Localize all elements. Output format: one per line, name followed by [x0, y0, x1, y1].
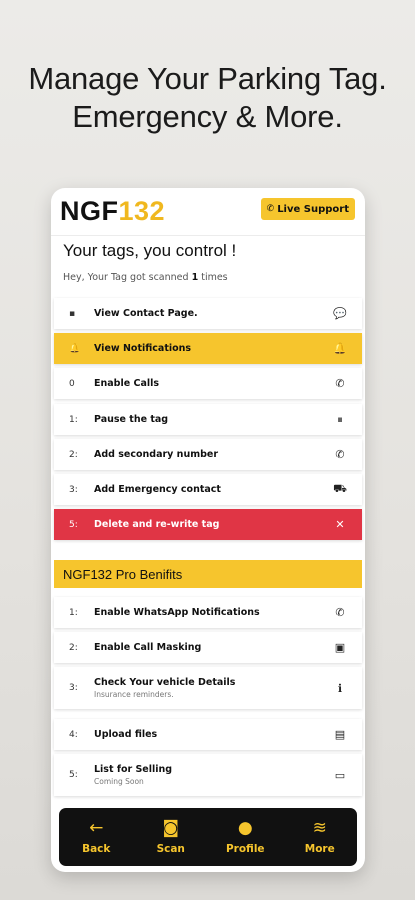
- layers-icon: ≋: [312, 818, 327, 838]
- list-for-selling-item[interactable]: 5: List for Selling Coming Soon ▭: [54, 754, 362, 796]
- nav-label: More: [304, 843, 335, 855]
- add-emergency-contact-item[interactable]: 3: Add Emergency contact ⛟: [54, 474, 362, 505]
- nav-label: Scan: [156, 843, 185, 855]
- enable-whatsapp-item[interactable]: 1: Enable WhatsApp Notifications ✆: [54, 597, 362, 628]
- item-number: 3:: [69, 484, 78, 495]
- tag-icon: ▭: [334, 768, 346, 782]
- bottom-nav: ← Back ◙ Scan ● Profile ≋ More: [59, 808, 357, 866]
- item-title: List for Selling: [94, 764, 173, 775]
- message-icon: ▪: [69, 308, 76, 319]
- item-number: 1:: [69, 414, 78, 425]
- camera-icon: ◙: [162, 818, 180, 838]
- page-title: Your tags, you control !: [63, 241, 237, 260]
- nav-back-button[interactable]: ← Back: [66, 819, 126, 855]
- live-support-label: Live Support: [277, 203, 349, 215]
- mask-icon: ▣: [334, 641, 346, 654]
- item-label: Delete and re-write tag: [94, 519, 220, 530]
- nav-profile-button[interactable]: ● Profile: [215, 819, 275, 855]
- nav-scan-button[interactable]: ◙ Scan: [141, 819, 201, 855]
- live-support-button[interactable]: ✆ Live Support: [260, 198, 355, 220]
- whatsapp-icon: ✆: [335, 606, 345, 619]
- item-subtitle: Coming Soon: [94, 777, 144, 786]
- chat-icon: ✆: [266, 204, 275, 214]
- add-secondary-number-item[interactable]: 2: Add secondary number ✆: [54, 439, 362, 470]
- brand-logo: NGF132: [60, 196, 165, 227]
- info-icon: ℹ: [337, 681, 343, 695]
- scan-suffix: times: [198, 272, 228, 283]
- item-label: Enable Call Masking: [94, 642, 202, 653]
- ambulance-icon: ⛟: [333, 482, 347, 495]
- item-number: 3:: [69, 683, 78, 693]
- upload-files-item[interactable]: 4: Upload files ▤: [54, 719, 362, 750]
- pause-tag-item[interactable]: 1: Pause the tag ⏸: [54, 404, 362, 435]
- delete-rewrite-tag-item[interactable]: 5: Delete and re-write tag ✕: [54, 509, 362, 540]
- item-label: Upload files: [94, 729, 158, 740]
- item-label: Add secondary number: [94, 449, 219, 460]
- item-title: Check Your vehicle Details: [94, 677, 236, 688]
- headline: Manage Your Parking Tag. Emergency & Mor…: [0, 60, 415, 136]
- close-icon: ✕: [335, 518, 345, 531]
- item-number: 2:: [69, 642, 78, 653]
- nav-label: Back: [82, 843, 111, 855]
- item-label: View Notifications: [94, 343, 192, 354]
- item-number: 2:: [69, 449, 78, 460]
- brand-number: 132: [118, 196, 166, 226]
- header-divider: [51, 235, 365, 236]
- view-contact-page-item[interactable]: ▪ View Contact Page. 💬: [54, 298, 362, 329]
- item-number: 5:: [69, 770, 78, 780]
- nav-more-button[interactable]: ≋ More: [290, 819, 350, 855]
- bell-icon: 🔔: [69, 343, 81, 354]
- back-arrow-icon: ←: [89, 818, 104, 838]
- view-notifications-item[interactable]: 🔔 View Notifications 🔔: [54, 333, 362, 364]
- item-number: 4:: [69, 729, 78, 740]
- headline-line-1: Manage Your Parking Tag.: [28, 61, 387, 96]
- item-label: Pause the tag: [94, 414, 169, 425]
- item-number: 1:: [69, 607, 78, 618]
- enable-calls-item[interactable]: 0 Enable Calls ✆: [54, 368, 362, 399]
- item-number: 5:: [69, 519, 78, 530]
- item-label: List for Selling Coming Soon: [94, 764, 318, 786]
- app-header: NGF132 ✆ Live Support: [51, 188, 365, 236]
- check-vehicle-details-item[interactable]: 3: Check Your vehicle Details Insurance r…: [54, 667, 362, 709]
- enable-call-masking-item[interactable]: 2: Enable Call Masking ▣: [54, 632, 362, 663]
- person-icon: ●: [237, 818, 253, 838]
- scan-count-text: Hey, Your Tag got scanned 1 times: [63, 272, 228, 283]
- phone-icon: ✆: [335, 377, 345, 390]
- item-subtitle: Insurance reminders.: [94, 690, 174, 699]
- item-label: View Contact Page.: [94, 308, 198, 319]
- brand-prefix: NGF: [60, 196, 119, 226]
- bell-icon: 🔔: [333, 342, 347, 355]
- pro-benefits-header: NGF132 Pro Benifits: [54, 560, 362, 588]
- item-label: Enable WhatsApp Notifications: [94, 607, 260, 618]
- chat-bubble-icon: 💬: [333, 307, 347, 320]
- item-label: Add Emergency contact: [94, 484, 221, 495]
- item-label: Check Your vehicle Details Insurance remi…: [94, 677, 318, 699]
- item-label: Enable Calls: [94, 378, 160, 389]
- headline-line-2: Emergency & More.: [72, 99, 343, 134]
- item-number: 0: [69, 378, 75, 389]
- file-icon: ▤: [334, 728, 346, 741]
- scan-prefix: Hey, Your Tag got scanned: [63, 272, 192, 283]
- phone-frame: NGF132 ✆ Live Support Your tags, you con…: [51, 188, 365, 872]
- phone-icon: ✆: [335, 448, 345, 461]
- pause-icon: ⏸: [337, 412, 343, 426]
- nav-label: Profile: [225, 843, 265, 855]
